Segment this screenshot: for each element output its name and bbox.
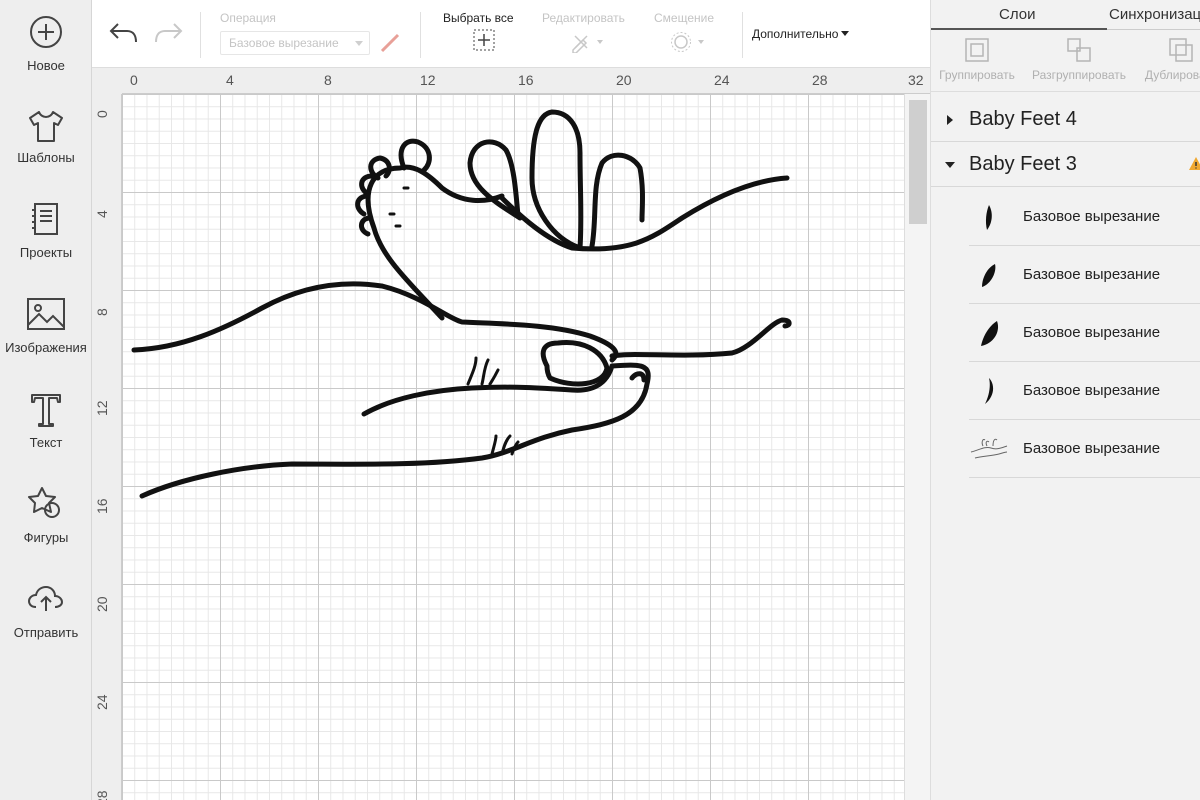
hand-back — [609, 317, 792, 359]
sidebar-item-upload[interactable]: Отправить — [0, 579, 92, 640]
offset-icon — [671, 32, 704, 52]
group-icon — [965, 38, 989, 62]
operation-select[interactable]: Базовое вырезание — [220, 31, 370, 55]
group-label: Группировать — [939, 68, 1015, 82]
layer-group-baby-feet-4[interactable]: Baby Feet 4 — [931, 98, 1200, 142]
expand-arrow-icon[interactable] — [947, 115, 953, 125]
image-icon — [27, 298, 65, 330]
sidebar-item-projects[interactable]: Проекты — [0, 199, 92, 260]
sidebar-item-templates[interactable]: Шаблоны — [0, 104, 92, 165]
layer-item[interactable]: Базовое вырезание — [969, 188, 1200, 246]
edit-label: Редактировать — [542, 11, 625, 25]
layer-tools: Группировать Разгруппировать Дублировать — [931, 30, 1200, 92]
select-all-button[interactable] — [473, 29, 495, 56]
sidebar-item-text[interactable]: Текст — [0, 389, 92, 450]
toenail-marks — [388, 186, 410, 228]
layer-item[interactable]: Базовое вырезание — [969, 420, 1200, 478]
operation-value: Базовое вырезание — [229, 36, 339, 50]
duplicate-icon — [1169, 38, 1193, 62]
notebook-icon — [32, 203, 58, 235]
finger-3 — [589, 152, 645, 249]
hands-feet-thumbnail — [970, 438, 1008, 459]
sidebar-item-label: Текст — [29, 435, 63, 450]
toolbar-separator — [200, 12, 201, 58]
sidebar-item-label: Шаблоны — [17, 150, 75, 165]
edit-button[interactable] — [570, 31, 606, 58]
chevron-down-icon — [355, 41, 363, 46]
group-name: Baby Feet 4 — [969, 108, 1077, 130]
ungroup-label: Разгруппировать — [1031, 68, 1126, 82]
leaf-shape-thumbnail — [981, 321, 999, 346]
tab-layers[interactable]: Слои — [999, 6, 1035, 23]
layer-name: Базовое вырезание — [1023, 440, 1161, 457]
design-canvas[interactable]: 0 4 8 12 16 20 24 28 32 0 4 8 12 16 20 2… — [92, 68, 930, 800]
tshirt-icon — [29, 111, 63, 142]
ungroup-button[interactable]: Разгруппировать — [1029, 30, 1129, 82]
baby-toe-big — [398, 138, 432, 173]
more-label: Дополнительно — [752, 27, 839, 41]
left-sidebar: Новое Шаблоны Проекты Изображения Текст … — [0, 0, 92, 800]
warning-icon[interactable] — [1188, 156, 1200, 172]
layer-group-baby-feet-3[interactable]: Baby Feet 3 — [931, 143, 1200, 187]
text-t-icon — [31, 394, 61, 427]
layer-name: Базовое вырезание — [1023, 266, 1161, 283]
grass-tuft-1 — [466, 356, 500, 386]
panel-tabs: Слои Синхронизация — [931, 0, 1200, 30]
duplicate-label: Дублировать — [1144, 68, 1200, 82]
select-all-label: Выбрать все — [443, 11, 514, 25]
shapes-icon — [28, 487, 60, 518]
sidebar-item-images[interactable]: Изображения — [0, 294, 92, 355]
pen-slash-icon — [380, 33, 400, 53]
duplicate-button[interactable]: Дублировать — [1131, 30, 1200, 82]
edit-tools-icon — [572, 35, 603, 54]
layer-item[interactable]: Базовое вырезание — [969, 362, 1200, 420]
toolbar-separator — [742, 12, 743, 58]
undo-button[interactable] — [108, 20, 140, 51]
sidebar-item-new[interactable]: Новое — [0, 12, 92, 73]
thumb — [540, 339, 610, 387]
sidebar-item-label: Фигуры — [23, 530, 69, 545]
leaf-shape-thumbnail — [985, 205, 992, 230]
layer-item[interactable]: Базовое вырезание — [969, 304, 1200, 362]
leaf-shape-thumbnail — [985, 378, 994, 404]
sidebar-item-shapes[interactable]: Фигуры — [0, 484, 92, 545]
more-dropdown[interactable]: Дополнительно — [752, 27, 850, 41]
cloud-upload-icon — [27, 585, 64, 611]
plus-circle-icon — [30, 16, 62, 48]
leaf-shape-thumbnail — [982, 264, 996, 287]
sidebar-item-label: Проекты — [19, 245, 73, 260]
sidebar-item-label: Изображения — [5, 340, 87, 355]
sidebar-item-label: Отправить — [13, 625, 79, 640]
layer-name: Базовое вырезание — [1023, 324, 1161, 341]
redo-button[interactable] — [152, 20, 184, 51]
layer-item[interactable]: Базовое вырезание — [969, 246, 1200, 304]
tab-sync[interactable]: Синхронизация — [1109, 6, 1200, 23]
offset-button[interactable] — [670, 31, 708, 58]
layer-name: Базовое вырезание — [1023, 208, 1161, 225]
layer-name: Базовое вырезание — [1023, 382, 1161, 399]
collapse-arrow-icon[interactable] — [945, 162, 955, 168]
group-name: Baby Feet 3 — [969, 153, 1077, 175]
baby-toe-5 — [359, 215, 373, 237]
operation-label: Операция — [220, 11, 276, 25]
scrollbar-thumb[interactable] — [909, 100, 927, 224]
layers-panel: Слои Синхронизация Группировать Разгрупп… — [930, 0, 1200, 800]
redo-icon — [155, 23, 183, 43]
toolbar-separator — [420, 12, 421, 58]
edit-color-button[interactable] — [378, 31, 402, 60]
top-toolbar: Операция Базовое вырезание Выбрать все Р… — [92, 0, 930, 68]
group-button[interactable]: Группировать — [931, 30, 1027, 82]
wrist-line — [629, 371, 647, 383]
artwork-baby-feet-in-hands[interactable] — [92, 68, 930, 800]
select-all-icon — [473, 29, 495, 51]
vertical-scrollbar[interactable] — [904, 94, 930, 800]
ungroup-icon — [1067, 38, 1091, 62]
offset-label: Смещение — [654, 11, 715, 25]
sidebar-item-label: Новое — [27, 58, 65, 73]
chevron-down-icon — [841, 31, 850, 36]
undo-icon — [109, 23, 137, 43]
